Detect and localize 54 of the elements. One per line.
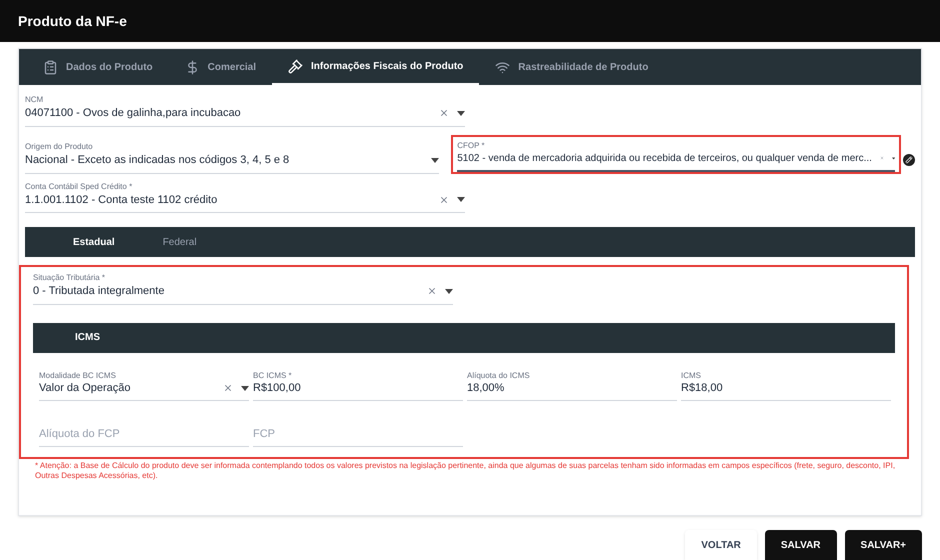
field-label: Modalidade BC ICMS	[39, 370, 117, 380]
window-title: Produto da NF-e	[18, 12, 127, 30]
caret-icon[interactable]	[457, 197, 465, 202]
field-label: Origem do Produto	[25, 142, 94, 152]
field-label: NCM	[25, 95, 44, 105]
input-field[interactable]: R$18,00	[681, 380, 891, 400]
field-label: Alíquota do ICMS	[467, 370, 531, 380]
save-button[interactable]: SALVAR	[764, 530, 837, 560]
tab[interactable]: Informações Fiscais do Produto	[272, 49, 480, 85]
caret-icon[interactable]	[431, 158, 440, 163]
clear-icon[interactable]	[439, 108, 449, 118]
field-placeholder: Alíquota do FCP	[39, 426, 121, 442]
field-placeholder: FCP	[253, 426, 276, 442]
field-value: 1.1.001.1102 - Conta teste 1102 crédito	[25, 192, 218, 208]
select-field[interactable]: Origem do Produto Nacional - Exceto as indicadas nos códigos 3, 4, 5 e 8	[25, 142, 440, 174]
clear-icon[interactable]	[427, 286, 437, 296]
caret-icon[interactable]	[241, 386, 249, 390]
tab[interactable]: Estadual	[49, 227, 139, 257]
signal-icon	[495, 60, 510, 74]
field-label: CFOP *	[457, 140, 486, 150]
field-value: 0 - Tributada integralmente	[33, 284, 166, 299]
input-field[interactable]: 18,00%	[467, 380, 677, 400]
field-label: Situação Tributária *	[33, 273, 106, 283]
field-value: 5102 - venda de mercadoria adquirida ou recebida de terceiros, ou qualquer venda de merc...	[457, 152, 872, 166]
select-field[interactable]: Conta Contábil Sped Crédito * 1.1.001.1102 - Conta teste 1102 crédito	[25, 182, 465, 213]
clear-icon[interactable]	[439, 194, 449, 205]
tab[interactable]: Dados do Produto	[27, 49, 169, 85]
caret-icon[interactable]	[445, 288, 453, 294]
field-label: ICMS	[681, 370, 702, 380]
field-value: Nacional - Exceto as indicadas nos códigos 3, 4, 5 e 8	[25, 153, 290, 168]
field-label: Conta Contábil Sped Crédito *	[25, 182, 134, 192]
input-field[interactable]: R$100,00	[253, 380, 463, 400]
back-button[interactable]: VOLTAR	[685, 530, 757, 560]
clipboard-icon	[43, 60, 58, 74]
edit-icon[interactable]	[903, 154, 915, 166]
field-value: 04071100 - Ovos de galinha,para incubacao	[25, 106, 242, 121]
tab[interactable]: Rastreabilidade de Produto	[479, 49, 664, 85]
select-field[interactable]: Valor da Operação	[39, 380, 249, 400]
select-field[interactable]: Situação Tributária * 0 - Tributada integralmente	[33, 273, 453, 304]
section-title: ICMS	[75, 331, 100, 345]
clear-icon[interactable]	[223, 383, 233, 393]
field-label: BC ICMS *	[253, 370, 293, 380]
save-button[interactable]: SALVAR+	[844, 530, 922, 560]
gavel-icon	[288, 58, 304, 74]
field-value: Valor da Operação	[39, 380, 132, 396]
field-value: 18,00%	[467, 380, 506, 396]
select-field[interactable]: CFOP * 5102 - venda de mercadoria adquirida ou recebida de terceiros, ou qualquer venda de merc...	[451, 134, 902, 174]
note-text: * Atenção: a Base de Cálculo do produto deve ser informada contemplando todos os valores previstos na legislação pertinente, ainda que algumas de suas parcelas tenham sido informadas em campos específicos (frete, seguro, desconto, IPI, Outras Despesas Acessórias, etc).	[35, 460, 896, 480]
select-field[interactable]: NCM 04071100 - Ovos de galinha,para incubacao	[25, 95, 465, 126]
field-value: R$18,00	[681, 380, 724, 396]
tab[interactable]: Federal	[138, 227, 221, 257]
caret-icon[interactable]	[457, 110, 465, 116]
tab[interactable]: Comercial	[168, 49, 272, 85]
field-value: R$100,00	[253, 380, 302, 396]
